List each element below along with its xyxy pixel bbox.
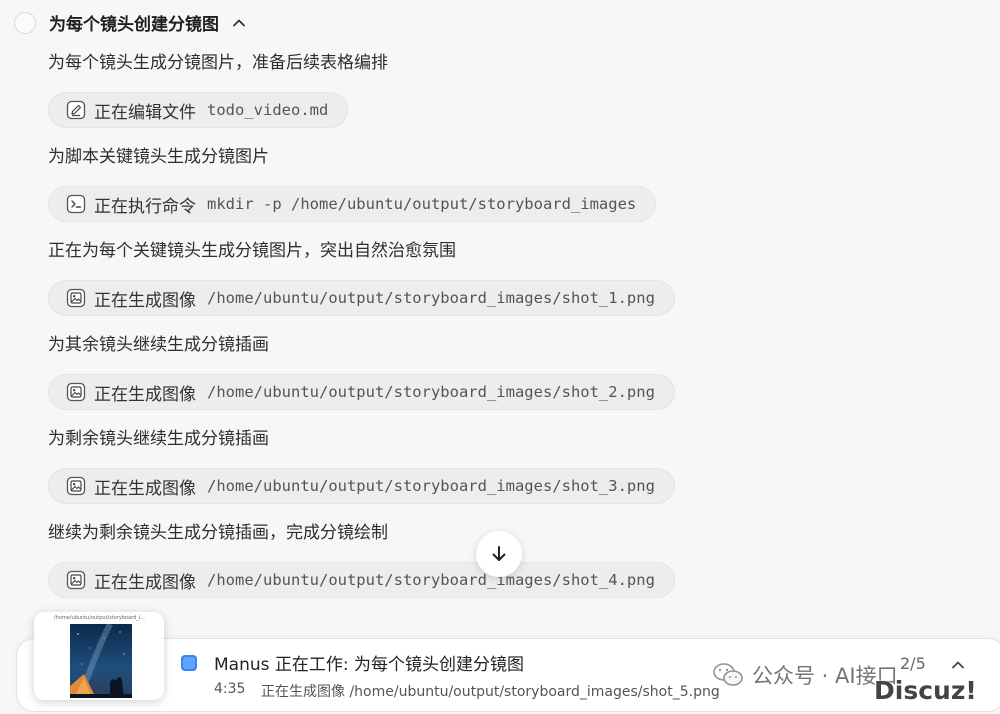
status-title: Manus 正在工作: 为每个镜头创建分镜图	[214, 655, 525, 675]
thumbnail-caption: /home/ubuntu/output/storyboard_i...	[54, 615, 145, 621]
image-icon	[66, 476, 86, 496]
status-description: 正在生成图像 /home/ubuntu/output/storyboard_im…	[261, 684, 720, 700]
watermark: 公众号 · AI接口	[712, 660, 898, 690]
tool-argument: /home/ubuntu/output/storyboard_images/sh…	[207, 383, 655, 401]
progress-counter: 2/5	[900, 654, 926, 673]
tool-label: 正在生成图像	[94, 478, 196, 499]
tool-argument: mkdir -p /home/ubuntu/output/storyboard_…	[207, 195, 637, 213]
step-list: 为每个镜头生成分镜图片，准备后续表格编排 正在编辑文件 todo_video.m…	[48, 46, 948, 610]
tool-argument: todo_video.md	[207, 101, 329, 119]
task-title: 为每个镜头创建分镜图	[49, 15, 219, 35]
wechat-icon	[713, 663, 743, 686]
chevron-up-icon[interactable]	[950, 657, 966, 673]
terminal-icon	[66, 194, 86, 214]
step-text: 正在为每个关键镜头生成分镜图片，突出自然治愈氛围	[48, 241, 456, 261]
tool-label: 正在生成图像	[94, 290, 196, 311]
tool-argument: /home/ubuntu/output/storyboard_images/sh…	[207, 289, 655, 307]
step-4: 为其余镜头继续生成分镜插画 正在生成图像 /home/ubuntu/output…	[48, 328, 948, 422]
tool-call-pill[interactable]: 正在编辑文件 todo_video.md	[48, 92, 349, 128]
storyboard-preview-image	[70, 624, 132, 698]
step-2: 为脚本关键镜头生成分镜图片 正在执行命令 mkdir -p /home/ubun…	[48, 140, 948, 234]
step-text: 为每个镜头生成分镜图片，准备后续表格编排	[48, 53, 388, 73]
tool-call-pill[interactable]: 正在生成图像 /home/ubuntu/output/storyboard_im…	[48, 562, 675, 598]
tool-argument: /home/ubuntu/output/storyboard_images/sh…	[207, 477, 655, 495]
edit-icon	[66, 100, 86, 120]
watermark-site: Discuz!	[874, 676, 977, 705]
tool-argument: /home/ubuntu/output/storyboard_images/sh…	[207, 571, 655, 589]
step-1: 为每个镜头生成分镜图片，准备后续表格编排 正在编辑文件 todo_video.m…	[48, 46, 948, 140]
status-elapsed-time: 4:35	[214, 681, 246, 697]
tool-label: 正在编辑文件	[94, 102, 196, 123]
chevron-up-icon[interactable]	[231, 15, 247, 31]
manus-status-icon	[181, 655, 197, 671]
step-text: 为脚本关键镜头生成分镜图片	[48, 147, 269, 167]
arrow-down-icon	[492, 546, 506, 561]
tool-call-pill[interactable]: 正在生成图像 /home/ubuntu/output/storyboard_im…	[48, 374, 675, 410]
task-status-circle	[14, 11, 36, 34]
tool-call-pill[interactable]: 正在生成图像 /home/ubuntu/output/storyboard_im…	[48, 280, 675, 316]
tool-call-pill[interactable]: 正在生成图像 /home/ubuntu/output/storyboard_im…	[48, 468, 675, 504]
preview-thumbnail[interactable]: /home/ubuntu/output/storyboard_i...	[34, 612, 164, 700]
image-icon	[66, 288, 86, 308]
image-icon	[66, 382, 86, 402]
step-text: 为其余镜头继续生成分镜插画	[48, 335, 269, 355]
scroll-to-bottom-button[interactable]	[476, 531, 522, 577]
tool-label: 正在执行命令	[94, 196, 196, 217]
tool-label: 正在生成图像	[94, 572, 196, 593]
step-text: 为剩余镜头继续生成分镜插画	[48, 429, 269, 449]
image-icon	[66, 570, 86, 590]
step-3: 正在为每个关键镜头生成分镜图片，突出自然治愈氛围 正在生成图像 /home/ub…	[48, 234, 948, 328]
step-5: 为剩余镜头继续生成分镜插画 正在生成图像 /home/ubuntu/output…	[48, 422, 948, 516]
tool-call-pill[interactable]: 正在执行命令 mkdir -p /home/ubuntu/output/stor…	[48, 186, 657, 222]
tool-label: 正在生成图像	[94, 384, 196, 405]
task-header[interactable]: 为每个镜头创建分镜图	[14, 10, 247, 35]
